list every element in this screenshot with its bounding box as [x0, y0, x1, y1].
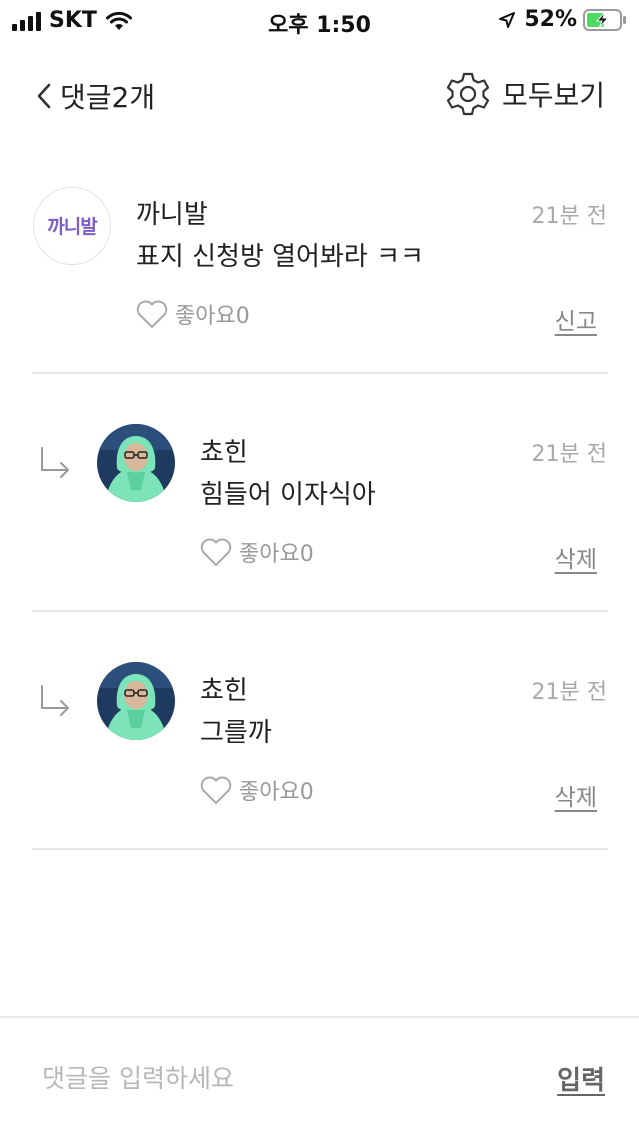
comment-author[interactable]: 까니발 — [136, 194, 208, 231]
delete-button[interactable]: 삭제 — [555, 778, 597, 812]
like-button[interactable]: 좋아요0 — [199, 536, 314, 568]
battery-percent: 52% — [524, 7, 577, 32]
divider — [32, 610, 608, 612]
comment-author[interactable]: 쵸힌 — [200, 432, 248, 469]
like-label: 좋아요0 — [175, 304, 250, 329]
submit-button[interactable]: 입력 — [557, 1060, 605, 1097]
status-bar: SKT 오후 1:50 52% — [0, 0, 639, 40]
like-button[interactable]: 좋아요0 — [199, 774, 314, 806]
heart-icon — [200, 776, 232, 804]
like-label: 좋아요0 — [239, 542, 314, 567]
avatar[interactable] — [97, 662, 175, 740]
comment-item: 까니발 까니발 21분 전 표지 신청방 열어봐라 ㅋㅋ 좋아요0 신고 — [0, 170, 639, 374]
comment-time: 21분 전 — [531, 204, 607, 229]
comments-screen: SKT 오후 1:50 52% 댓글2개 모두보기 까니발 까니발 21분 전 … — [0, 0, 639, 1136]
comment-text: 표지 신청방 열어봐라 ㅋㅋ — [136, 242, 424, 272]
divider — [32, 372, 608, 374]
comment-input[interactable] — [42, 1058, 522, 1098]
reply-item: 쵸힌 21분 전 힘들어 이자식아 좋아요0 삭제 — [0, 408, 639, 610]
reply-item: 쵸힌 21분 전 그를까 좋아요0 삭제 — [0, 646, 639, 848]
like-button[interactable]: 좋아요0 — [135, 298, 250, 330]
like-label: 좋아요0 — [239, 780, 314, 805]
comment-author[interactable]: 쵸힌 — [200, 670, 248, 707]
view-all-label: 모두보기 — [501, 79, 605, 112]
user-photo — [97, 662, 175, 740]
avatar[interactable] — [97, 424, 175, 502]
comment-input-bar: 입력 — [0, 1016, 639, 1136]
view-all-button[interactable]: 모두보기 — [444, 70, 605, 118]
heart-icon — [136, 300, 168, 328]
comment-time: 21분 전 — [531, 680, 607, 705]
location-arrow-icon — [499, 11, 516, 28]
reply-arrow-icon — [41, 685, 69, 716]
comment-time: 21분 전 — [531, 442, 607, 467]
battery-charging-icon — [583, 8, 626, 31]
gear-icon — [446, 72, 490, 116]
status-bar-right: 52% — [498, 7, 627, 32]
page-title: 댓글2개 — [60, 81, 156, 114]
avatar-logo-text: 까니발 — [47, 216, 97, 238]
back-button[interactable]: 댓글2개 — [36, 76, 155, 116]
report-button[interactable]: 신고 — [555, 302, 597, 336]
chevron-left-icon — [37, 83, 51, 109]
reply-arrow-icon — [41, 447, 69, 478]
avatar[interactable]: 까니발 — [33, 187, 111, 265]
comment-text: 힘들어 이자식아 — [200, 480, 376, 510]
divider — [32, 848, 608, 850]
user-photo — [97, 424, 175, 502]
heart-icon — [200, 538, 232, 566]
header: 댓글2개 모두보기 — [0, 58, 639, 138]
delete-button[interactable]: 삭제 — [555, 540, 597, 574]
comment-text: 그를까 — [200, 718, 272, 748]
